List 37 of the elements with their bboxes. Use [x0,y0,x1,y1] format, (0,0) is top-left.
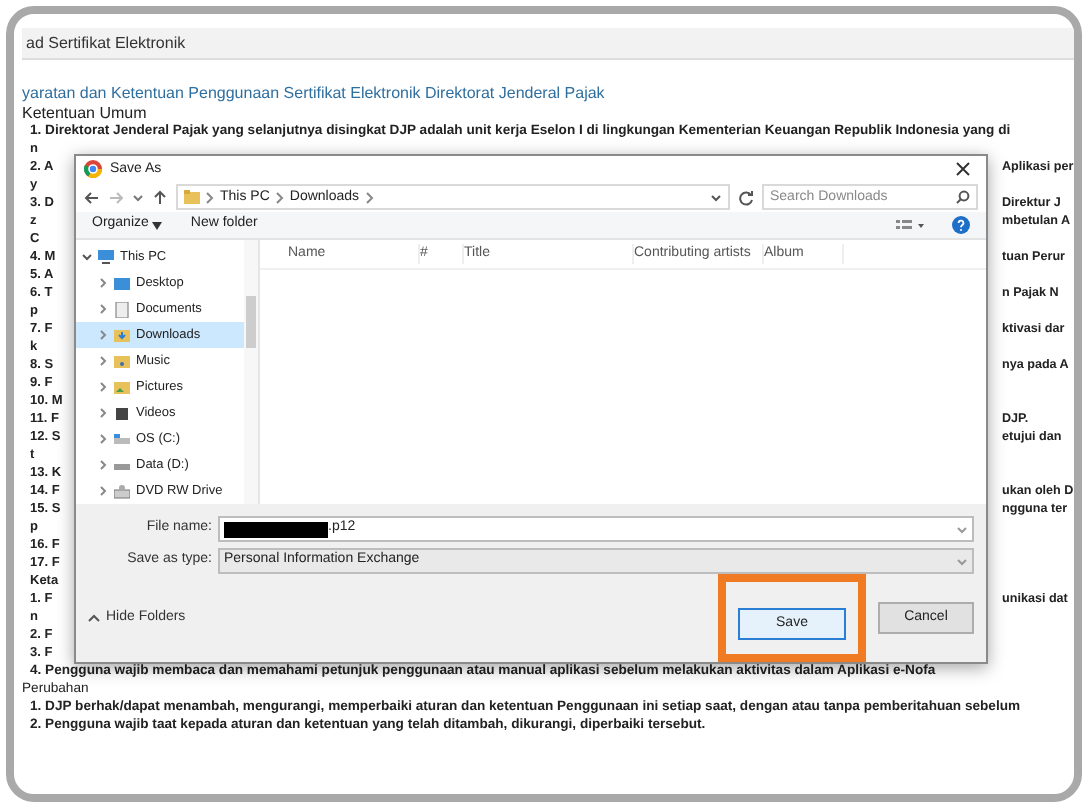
collapsed-caret-icon [98,356,108,366]
view-options-icon [896,219,924,232]
refresh-icon [738,189,754,206]
collapsed-caret-icon [98,304,108,314]
collapsed-caret-icon [98,460,108,470]
up-arrow-icon [152,189,168,206]
chevron-up-icon [88,614,100,622]
redaction-bar [224,521,328,537]
dropdown-caret-icon [132,191,144,204]
pictures-folder-icon [114,379,130,395]
collapsed-caret-icon [98,278,108,288]
caret-icon [152,221,163,230]
dropdown-caret-icon [710,191,722,204]
collapsed-caret-icon [98,330,108,340]
chevron-right-icon [365,191,374,204]
section-heading: yaratan dan Ketentuan Penggunaan Sertifikat Elektronik Direktorat Jenderal Pajak [22,84,607,104]
close-icon [956,162,970,177]
forward-arrow-icon [108,189,124,206]
collapsed-caret-icon [98,408,108,418]
download-folder-icon [114,327,130,343]
chevron-right-icon [275,191,284,204]
collapsed-caret-icon [98,486,108,496]
subheading: Ketentuan Umum [22,104,149,122]
dropdown-caret-icon [956,555,968,567]
video-icon [114,405,130,421]
music-folder-icon [114,353,130,369]
expanded-caret-icon [82,252,92,262]
computer-icon [98,249,114,265]
back-arrow-icon [84,189,100,206]
disc-drive-icon [114,483,130,499]
dropdown-caret-icon [956,523,968,535]
collapsed-caret-icon [98,434,108,444]
document-icon [114,301,130,317]
chevron-right-icon [206,191,214,204]
page-title: ad Sertifikat Elektronik [26,31,186,55]
scrollbar-thumb[interactable] [246,296,256,348]
collapsed-caret-icon [98,382,108,392]
